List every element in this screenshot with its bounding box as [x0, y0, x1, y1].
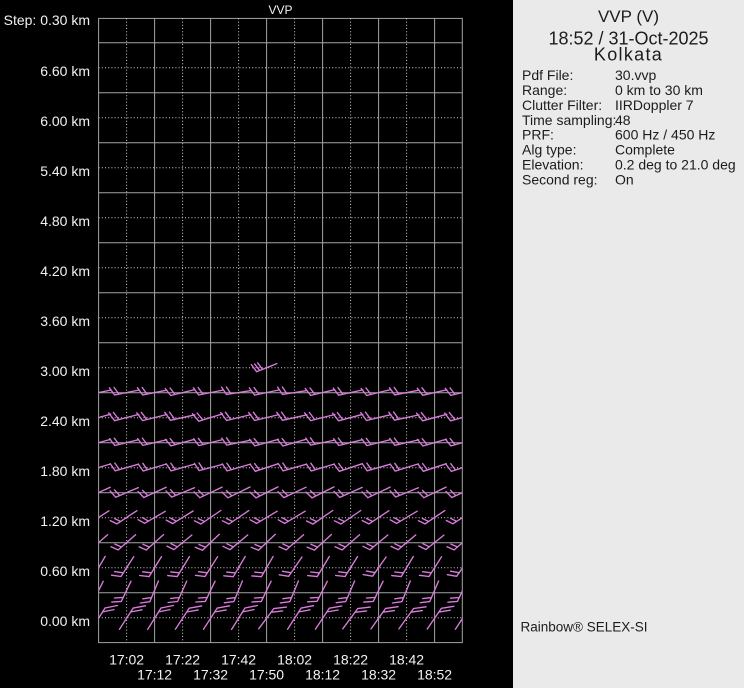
svg-text:VVP: VVP: [268, 3, 292, 17]
svg-text:IIRDoppler 7: IIRDoppler 7: [615, 97, 694, 113]
svg-text:18:52: 18:52: [417, 666, 452, 682]
svg-text:On: On: [615, 172, 634, 188]
svg-text:Kolkata: Kolkata: [594, 45, 663, 65]
svg-text:Second reg:: Second reg:: [522, 172, 598, 188]
svg-text:1.80 km: 1.80 km: [40, 463, 90, 479]
svg-text:Elevation:: Elevation:: [522, 157, 583, 173]
svg-text:17:12: 17:12: [137, 666, 172, 682]
svg-text:6.60 km: 6.60 km: [40, 63, 90, 79]
svg-text:18:22: 18:22: [333, 652, 368, 668]
svg-text:Time sampling:: Time sampling:: [522, 112, 616, 128]
svg-text:6.00 km: 6.00 km: [40, 113, 90, 129]
svg-text:Range:: Range:: [522, 82, 567, 98]
svg-text:PRF:: PRF:: [522, 127, 554, 143]
svg-text:2.40 km: 2.40 km: [40, 413, 90, 429]
svg-text:0.00 km: 0.00 km: [40, 613, 90, 629]
svg-text:0.60 km: 0.60 km: [40, 563, 90, 579]
svg-text:3.00 km: 3.00 km: [40, 363, 90, 379]
svg-text:600 Hz / 450 Hz: 600 Hz / 450 Hz: [615, 127, 715, 143]
svg-text:18:02: 18:02: [277, 652, 312, 668]
svg-text:Pdf File:: Pdf File:: [522, 67, 573, 83]
svg-text:17:22: 17:22: [165, 652, 200, 668]
svg-text:5.40 km: 5.40 km: [40, 163, 90, 179]
svg-text:0 km to 30 km: 0 km to 30 km: [615, 82, 703, 98]
svg-text:48: 48: [615, 112, 631, 128]
svg-text:4.80 km: 4.80 km: [40, 213, 90, 229]
svg-text:Alg type:: Alg type:: [522, 142, 576, 158]
svg-text:18:12: 18:12: [305, 666, 340, 682]
svg-text:3.60 km: 3.60 km: [40, 313, 90, 329]
svg-text:VVP (V): VVP (V): [598, 7, 659, 26]
svg-text:Clutter Filter:: Clutter Filter:: [522, 97, 602, 113]
svg-text:17:32: 17:32: [193, 666, 228, 682]
svg-text:0.2 deg to 21.0 deg: 0.2 deg to 21.0 deg: [615, 157, 736, 173]
svg-text:17:02: 17:02: [109, 652, 144, 668]
svg-text:1.20 km: 1.20 km: [40, 513, 90, 529]
svg-text:Rainbow® SELEX-SI: Rainbow® SELEX-SI: [521, 620, 648, 635]
svg-text:30.vvp: 30.vvp: [615, 67, 656, 83]
svg-text:17:42: 17:42: [221, 652, 256, 668]
svg-text:Step: 0.30 km: Step: 0.30 km: [4, 12, 90, 28]
svg-text:18:42: 18:42: [389, 652, 424, 668]
svg-text:17:50: 17:50: [249, 666, 284, 682]
svg-text:18:32: 18:32: [361, 666, 396, 682]
svg-text:Complete: Complete: [615, 142, 675, 158]
svg-text:4.20 km: 4.20 km: [40, 263, 90, 279]
